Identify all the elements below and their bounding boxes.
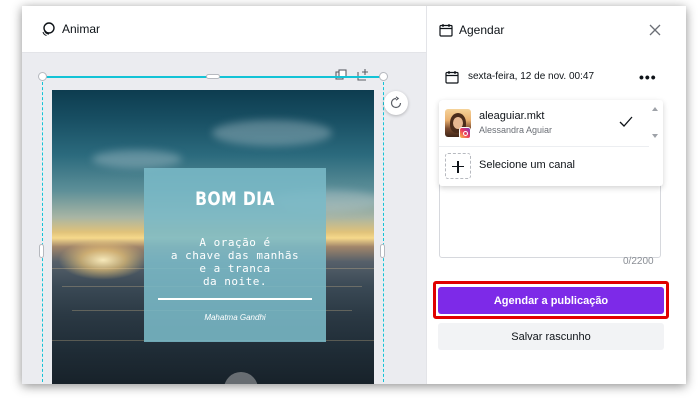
dropdown-scrollbar[interactable] [649, 104, 661, 144]
more-options-icon[interactable]: ••• [639, 69, 657, 85]
resize-handle-top-right[interactable] [379, 72, 388, 81]
design-editor: Animar BOM DIA A oração é a chave das ma… [22, 6, 426, 384]
schedule-date-row[interactable]: sexta-feira, 12 de nov. 00:47 ••• [445, 68, 667, 88]
selection-frame [42, 77, 384, 384]
account-handle: aleaguiar.mkt [479, 110, 545, 122]
calendar-icon [445, 71, 459, 84]
plus-icon [445, 153, 471, 179]
animate-label: Animar [62, 22, 101, 36]
resize-handle-left[interactable] [39, 244, 44, 258]
rotate-button[interactable] [384, 91, 408, 115]
schedule-panel: Agendar sexta-feira, 12 de nov. 00:47 ••… [426, 6, 686, 384]
select-channel-label: Selecione um canal [479, 159, 576, 171]
app-window: Animar BOM DIA A oração é a chave das ma… [22, 6, 686, 384]
panel-title: Agendar [459, 23, 505, 37]
animate-icon [42, 22, 55, 36]
select-channel-option[interactable]: Selecione um canal [439, 147, 661, 185]
animate-button[interactable]: Animar [40, 19, 100, 39]
instagram-icon [459, 127, 471, 139]
calendar-icon [439, 24, 453, 37]
check-icon [619, 116, 633, 127]
resize-handle-top-left[interactable] [38, 72, 47, 81]
scroll-up-icon[interactable] [652, 107, 658, 111]
close-icon[interactable] [649, 24, 661, 36]
panel-header: Agendar [427, 6, 686, 52]
channel-option-account[interactable]: aleaguiar.mkt Alessandra Aguiar [439, 100, 649, 147]
channel-dropdown: aleaguiar.mkt Alessandra Aguiar Selecion… [439, 100, 663, 186]
resize-handle-right[interactable] [380, 244, 385, 258]
resize-handle-top[interactable] [206, 74, 220, 79]
editor-toolbar: Animar [22, 6, 426, 53]
rotate-icon [390, 96, 402, 109]
character-counter: 0/2200 [623, 256, 654, 267]
scroll-down-icon[interactable] [652, 134, 658, 138]
schedule-date: sexta-feira, 12 de nov. 00:47 [468, 71, 595, 82]
account-name: Alessandra Aguiar [479, 125, 553, 135]
schedule-publish-button[interactable]: Agendar a publicação [438, 287, 664, 314]
save-draft-button[interactable]: Salvar rascunho [438, 323, 664, 350]
